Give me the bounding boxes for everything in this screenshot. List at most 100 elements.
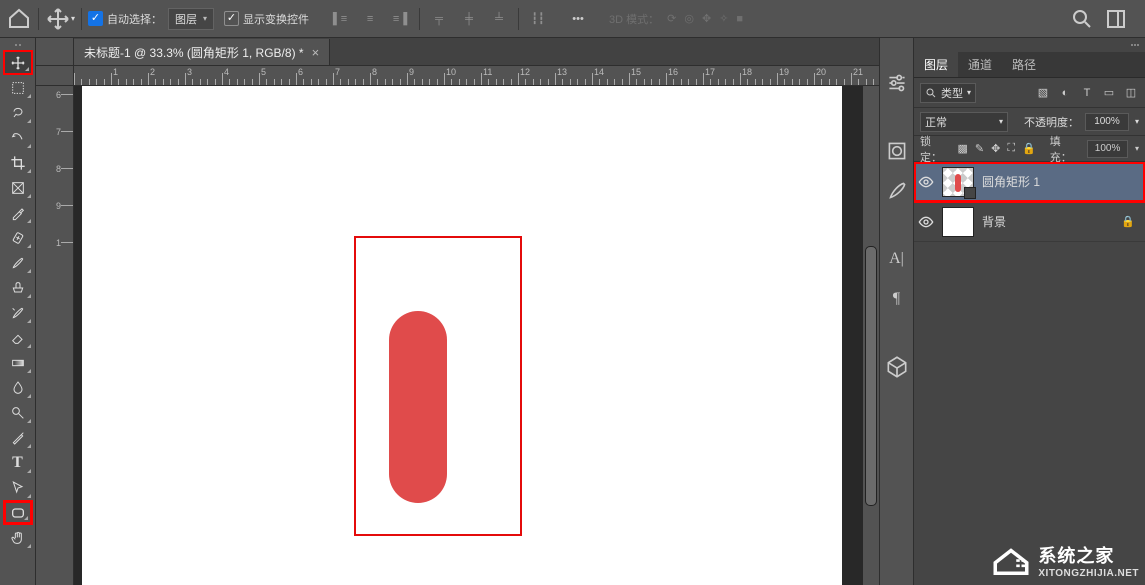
gradient-tool[interactable] (3, 350, 33, 375)
blur-tool[interactable] (3, 375, 33, 400)
history-brush-tool[interactable] (3, 300, 33, 325)
lock-row: 锁定： ▩ ✎ ✥ ⛶ 🔒 填充： 100% ▾ (914, 136, 1145, 162)
character-panel-icon[interactable]: A| (884, 246, 910, 272)
layer-row[interactable]: 背景 🔒 (914, 202, 1145, 242)
ruler-origin[interactable] (36, 66, 74, 86)
crop-tool[interactable] (3, 150, 33, 175)
distribute-icon[interactable]: ┇┇ (526, 7, 550, 31)
align-hcenter-icon[interactable]: ≡ (358, 7, 382, 31)
path-select-tool[interactable] (3, 475, 33, 500)
move-tool-icon (46, 7, 70, 31)
filter-shape-icon[interactable]: ▭ (1101, 85, 1117, 101)
more-options-icon[interactable]: ••• (566, 7, 590, 31)
adjustments-panel-icon[interactable] (884, 138, 910, 164)
3d-slide-icon[interactable]: ✥ (702, 12, 711, 25)
tab-channels[interactable]: 通道 (958, 51, 1002, 77)
quick-select-tool[interactable] (3, 125, 33, 150)
pen-tool[interactable] (3, 425, 33, 450)
right-panels: 图层 通道 路径 类型▾ ▧ ◐ T ▭ ◫ 正常▾ 不透明度： 100% ▾ … (913, 38, 1145, 585)
clone-stamp-tool[interactable] (3, 275, 33, 300)
options-bar: ▾ 自动选择： 图层▾ 显示变换控件 ▌≡ ≡ ≡▐ ╤ ╪ ╧ ┇┇ ••• … (0, 0, 1145, 38)
document-tabs: 未标题-1 @ 33.3% (圆角矩形 1, RGB/8) * × (36, 38, 879, 66)
filter-pixel-icon[interactable]: ▧ (1035, 85, 1051, 101)
lock-transparency-icon[interactable]: ▩ (957, 142, 967, 155)
align-left-icon[interactable]: ▌≡ (328, 7, 352, 31)
3d-mode-group: 3D 模式： ⟳ ◎ ✥ ✧ ■ (609, 11, 743, 27)
align-top-icon[interactable]: ╤ (427, 7, 451, 31)
auto-select-checkbox[interactable]: 自动选择： (88, 11, 162, 27)
tab-layers[interactable]: 图层 (914, 51, 958, 77)
show-transform-label: 显示变换控件 (243, 11, 309, 27)
lock-pixels-icon[interactable]: ✎ (975, 142, 984, 155)
opacity-input[interactable]: 100% (1085, 113, 1129, 131)
align-vert-group: ╤ ╪ ╧ (426, 7, 512, 31)
align-edges-group: ▌≡ ≡ ≡▐ (327, 7, 413, 31)
show-transform-checkbox[interactable]: 显示变换控件 (224, 11, 309, 27)
fill-label: 填充： (1050, 133, 1080, 165)
visibility-toggle-icon[interactable] (918, 214, 934, 230)
layer-thumbnail[interactable] (942, 207, 974, 237)
document-area: 未标题-1 @ 33.3% (圆角矩形 1, RGB/8) * × 123456… (36, 38, 879, 585)
hand-tool[interactable] (3, 525, 33, 550)
search-icon[interactable] (1070, 7, 1094, 31)
dock-icon-strip: A| ¶ (879, 38, 913, 585)
move-tool[interactable] (3, 50, 33, 75)
eyedropper-tool[interactable] (3, 200, 33, 225)
layer-name[interactable]: 圆角矩形 1 (982, 173, 1040, 190)
filter-type-icon[interactable]: T (1079, 85, 1095, 101)
blend-mode-dropdown[interactable]: 正常▾ (920, 112, 1008, 132)
auto-select-dropdown[interactable]: 图层▾ (168, 8, 214, 30)
fill-input[interactable]: 100% (1087, 140, 1128, 158)
opacity-label: 不透明度： (1024, 114, 1079, 130)
rounded-rect-shape[interactable] (389, 311, 447, 503)
tool-palette: T (0, 38, 36, 585)
layer-filter-dropdown[interactable]: 类型▾ (920, 83, 976, 103)
lock-label: 锁定： (920, 133, 950, 165)
visibility-toggle-icon[interactable] (918, 174, 934, 190)
panel-tabs: 图层 通道 路径 (914, 52, 1145, 78)
document-tab[interactable]: 未标题-1 @ 33.3% (圆角矩形 1, RGB/8) * × (74, 39, 330, 65)
lock-position-icon[interactable]: ✥ (991, 142, 1000, 155)
align-right-icon[interactable]: ≡▐ (388, 7, 412, 31)
vertical-scrollbar[interactable] (863, 86, 879, 585)
lock-icon: 🔒 (1121, 215, 1135, 228)
palette-handle-icon[interactable] (3, 40, 33, 50)
marquee-tool[interactable] (3, 75, 33, 100)
horizontal-ruler[interactable]: 123456789101112131415161718192021 (74, 66, 879, 86)
layer-name[interactable]: 背景 (982, 213, 1006, 230)
brush-tool[interactable] (3, 250, 33, 275)
align-bottom-icon[interactable]: ╧ (487, 7, 511, 31)
align-vcenter-icon[interactable]: ╪ (457, 7, 481, 31)
eraser-tool[interactable] (3, 325, 33, 350)
type-tool[interactable]: T (3, 450, 33, 475)
auto-select-label: 自动选择： (107, 11, 162, 27)
3d-panel-icon[interactable] (884, 354, 910, 380)
rounded-rectangle-tool[interactable] (3, 500, 33, 525)
3d-pan-icon[interactable]: ◎ (684, 12, 694, 25)
document-tab-title: 未标题-1 @ 33.3% (圆角矩形 1, RGB/8) * (84, 44, 304, 61)
canvas-stage[interactable] (74, 86, 879, 585)
tab-paths[interactable]: 路径 (1002, 51, 1046, 77)
dodge-tool[interactable] (3, 400, 33, 425)
close-tab-icon[interactable]: × (312, 45, 320, 60)
layer-row[interactable]: 圆角矩形 1 (914, 162, 1145, 202)
brushes-panel-icon[interactable] (884, 178, 910, 204)
lasso-tool[interactable] (3, 100, 33, 125)
layer-thumbnail[interactable] (942, 167, 974, 197)
3d-orbit-icon[interactable]: ⟳ (667, 12, 676, 25)
layers-list: 圆角矩形 1 背景 🔒 (914, 162, 1145, 585)
paragraph-panel-icon[interactable]: ¶ (884, 286, 910, 312)
properties-panel-icon[interactable] (884, 70, 910, 96)
home-icon[interactable] (7, 7, 31, 31)
lock-all-icon[interactable]: 🔒 (1022, 142, 1036, 155)
3d-camera-icon[interactable]: ■ (736, 13, 743, 25)
healing-tool[interactable] (3, 225, 33, 250)
filter-smart-icon[interactable]: ◫ (1123, 85, 1139, 101)
workspace-icon[interactable] (1104, 7, 1128, 31)
layer-filter-row: 类型▾ ▧ ◐ T ▭ ◫ (914, 78, 1145, 108)
lock-artboard-icon[interactable]: ⛶ (1007, 142, 1015, 155)
frame-tool[interactable] (3, 175, 33, 200)
vertical-ruler[interactable]: 67891 (54, 86, 74, 585)
filter-adjust-icon[interactable]: ◐ (1057, 85, 1073, 101)
3d-zoom-icon[interactable]: ✧ (719, 12, 728, 25)
